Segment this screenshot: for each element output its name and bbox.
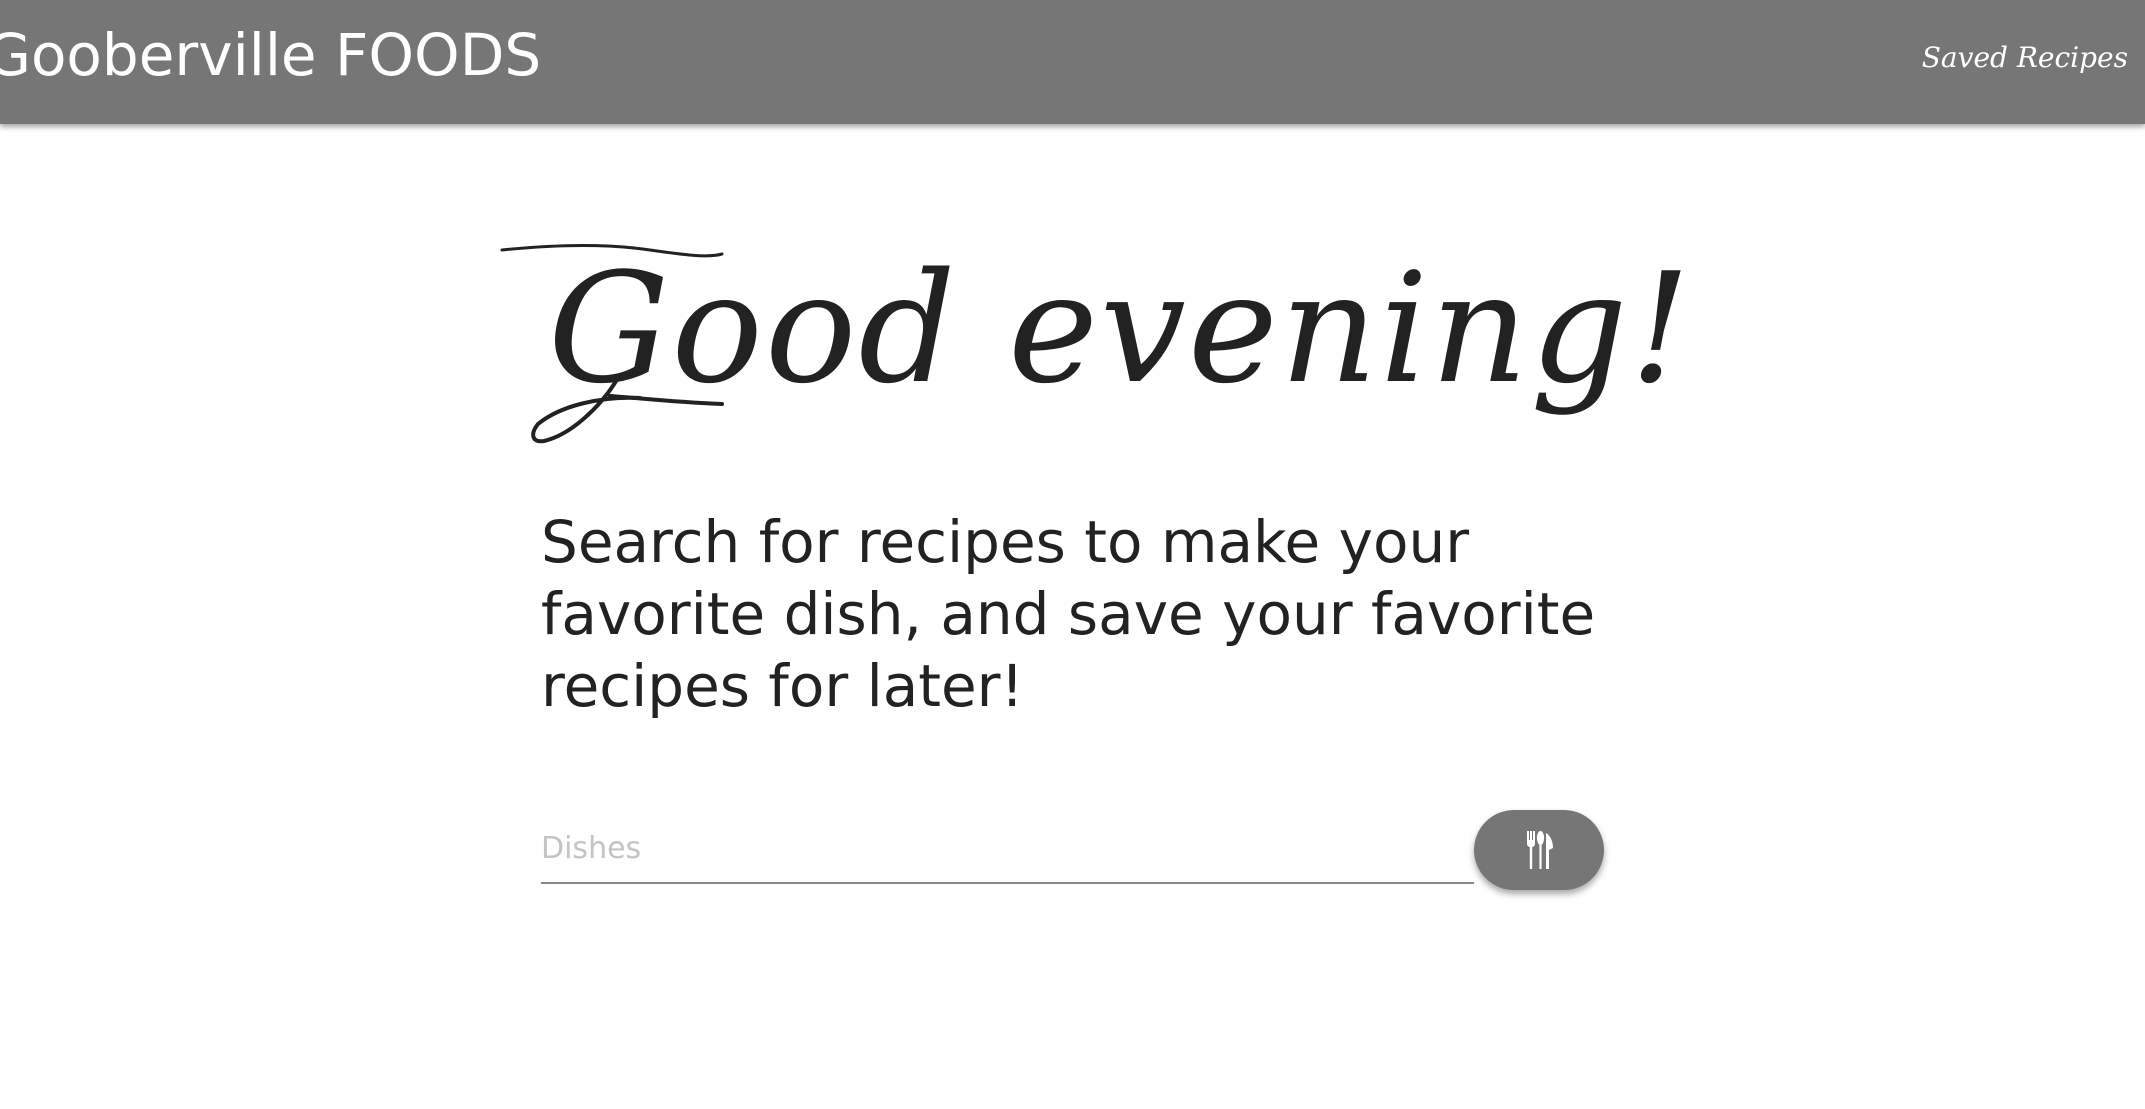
search-button[interactable] — [1474, 810, 1604, 890]
intro-text: Search for recipes to make your favorite… — [541, 508, 1596, 720]
greeting-text: Good evening! — [548, 240, 1693, 417]
dish-search-input[interactable] — [541, 814, 1474, 884]
top-navbar: Gooberville FOODS Saved Recipes — [0, 0, 2145, 124]
utensils-icon — [1527, 831, 1553, 869]
greeting-heading: Good evening! — [500, 228, 1691, 458]
brand-logo-text[interactable]: Gooberville FOODS — [0, 22, 541, 88]
search-form — [541, 810, 1604, 894]
saved-recipes-link[interactable]: Saved Recipes — [1922, 40, 2128, 76]
